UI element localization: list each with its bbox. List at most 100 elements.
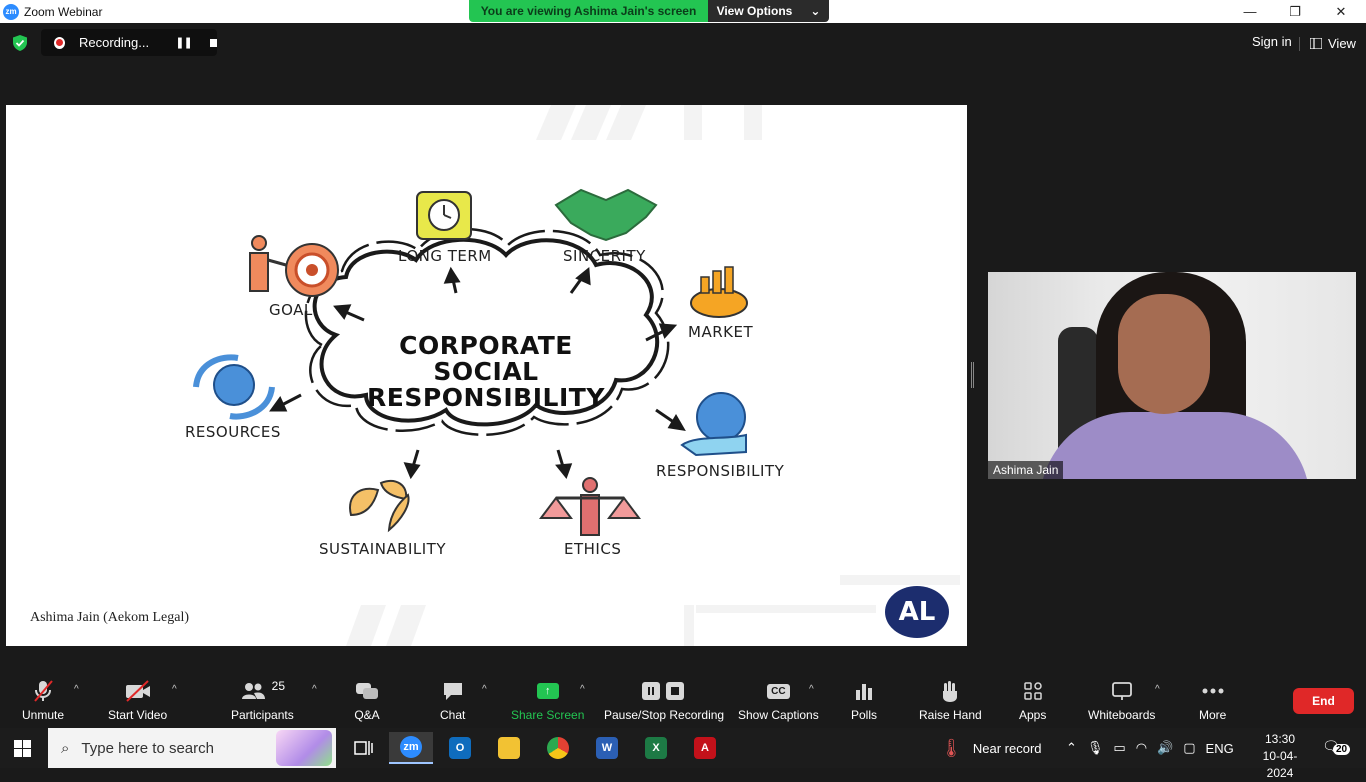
aekom-legal-logo: AL [885, 586, 949, 638]
taskbar-app-word[interactable]: W [585, 732, 629, 764]
sign-in-button[interactable]: Sign in [1244, 32, 1300, 54]
notification-center-button[interactable]: 🗨 20 [1322, 738, 1352, 760]
view-options-button[interactable]: View Options ⌄ [708, 0, 829, 22]
participants-button[interactable]: 25 Participants [231, 678, 294, 722]
sincerity-label: SINCERITY [563, 247, 646, 265]
taskbar-app-chrome[interactable] [536, 732, 580, 764]
presenter-credit: Ashima Jain (Aekom Legal) [30, 610, 190, 625]
show-captions-label: Show Captions [738, 708, 819, 722]
recording-indicator: Recording... ❚❚ [41, 29, 217, 56]
polls-label: Polls [851, 708, 878, 722]
chat-button[interactable]: Chat [440, 678, 465, 722]
meet-now-icon[interactable]: ▢ [1183, 740, 1195, 756]
whiteboards-button[interactable]: Whiteboards [1088, 678, 1155, 722]
unmute-button[interactable]: Unmute [22, 678, 64, 722]
minimize-button[interactable]: — [1227, 0, 1273, 23]
taskbar-app-acrobat[interactable]: A [683, 732, 727, 764]
recording-label: Recording... [78, 35, 150, 50]
pause-stop-recording-label: Pause/Stop Recording [604, 708, 725, 722]
taskbar-clock[interactable]: 13:30 10-04-2024 [1250, 731, 1310, 782]
view-button[interactable]: View [1304, 32, 1362, 54]
task-view-icon[interactable] [342, 732, 386, 764]
participants-count: 25 [271, 679, 286, 693]
search-icon: ⌕ [61, 739, 70, 757]
captions-options-caret[interactable]: ^ [809, 684, 814, 695]
zoom-icon: zm [400, 736, 422, 758]
microphone-icon[interactable]: 🎙 [1087, 740, 1104, 756]
polls-button[interactable]: Polls [851, 678, 877, 722]
goal-label: GOAL [269, 301, 313, 319]
video-options-caret[interactable]: ^ [172, 684, 177, 695]
slide-title-line-3: RESPONSIBILITY [367, 383, 605, 412]
pause-recording-icon[interactable]: ❚❚ [175, 36, 192, 49]
pause-stop-recording-button[interactable]: Pause/Stop Recording [604, 678, 724, 722]
participants-icon: 25 [240, 678, 285, 704]
windows-start-icon[interactable] [14, 740, 31, 757]
apps-icon [1023, 678, 1043, 704]
qa-button[interactable]: Q&A [354, 678, 380, 722]
share-screen-button[interactable]: ↑ Share Screen [511, 678, 584, 722]
taskbar-app-outlook[interactable]: O [438, 732, 482, 764]
whiteboard-icon [1111, 678, 1133, 704]
view-label: View [1328, 35, 1356, 51]
share-options-caret[interactable]: ^ [580, 684, 585, 695]
more-dots-icon [1201, 678, 1225, 704]
security-shield-icon[interactable] [11, 34, 29, 52]
slide-title: CORPORATE SOCIAL RESPONSIBILITY [346, 333, 626, 411]
slide-title-line-2: SOCIAL [433, 357, 539, 386]
taskbar-search-box[interactable]: ⌕ Type here to search [48, 728, 336, 768]
responsibility-label: RESPONSIBILITY [656, 462, 785, 480]
chevron-up-icon[interactable]: ⌃ [1066, 740, 1077, 756]
start-video-button[interactable]: Start Video [108, 678, 167, 722]
language-indicator[interactable]: ENG [1206, 741, 1234, 756]
raise-hand-button[interactable]: Raise Hand [919, 678, 982, 722]
windows-taskbar: ⌕ Type here to search zm O W X A 🌡 Near … [0, 728, 1366, 780]
share-screen-icon: ↑ [536, 683, 559, 699]
apps-button[interactable]: Apps [1019, 678, 1046, 722]
meeting-controls-toolbar: Unmute ^ Start Video ^ 25 Participants ^… [0, 670, 1366, 728]
zoom-app-icon: zm [3, 3, 19, 20]
end-button[interactable]: End [1293, 688, 1354, 714]
show-captions-button[interactable]: CC Show Captions [738, 678, 819, 722]
stop-recording-icon[interactable] [209, 38, 217, 47]
sustainability-label: SUSTAINABILITY [319, 540, 447, 558]
view-grid-icon [1310, 37, 1322, 49]
panel-resize-handle[interactable] [971, 362, 974, 388]
qa-icon [354, 678, 380, 704]
taskbar-app-file-explorer[interactable] [487, 732, 531, 764]
audio-options-caret[interactable]: ^ [74, 684, 79, 695]
more-button[interactable]: More [1199, 678, 1226, 722]
whiteboards-options-caret[interactable]: ^ [1155, 684, 1160, 695]
unmute-label: Unmute [22, 708, 65, 722]
close-button[interactable]: ✕ [1318, 0, 1364, 23]
long-term-label: LONG TERM [398, 247, 492, 265]
participant-video-tile[interactable]: Ashima Jain [988, 272, 1356, 479]
taskbar-app-excel[interactable]: X [634, 732, 678, 764]
participants-options-caret[interactable]: ^ [312, 684, 317, 695]
notification-count: 20 [1333, 744, 1351, 755]
restore-button[interactable]: ❐ [1272, 0, 1318, 23]
participants-label: Participants [231, 708, 294, 722]
thermometer-icon: 🌡 [940, 737, 963, 758]
microphone-muted-icon [32, 678, 54, 704]
polls-icon [854, 678, 874, 704]
meeting-topbar: Recording... ❚❚ Sign in View [0, 23, 1366, 63]
acrobat-icon: A [694, 737, 716, 759]
taskbar-app-zoom[interactable]: zm [389, 732, 433, 764]
pause-stop-recording-icon [641, 678, 687, 704]
battery-icon[interactable]: ▭ [1113, 740, 1125, 756]
chevron-down-icon: ⌄ [810, 4, 821, 18]
outlook-icon: O [449, 737, 471, 759]
volume-icon[interactable]: 🔊 [1157, 740, 1173, 756]
raise-hand-icon [940, 678, 960, 704]
chat-options-caret[interactable]: ^ [482, 684, 487, 695]
wifi-icon[interactable]: ◠ [1136, 740, 1147, 756]
qa-label: Q&A [354, 708, 380, 722]
share-screen-label: Share Screen [511, 708, 585, 722]
chrome-icon [547, 737, 569, 759]
view-options-label: View Options [716, 4, 793, 18]
weather-widget[interactable]: 🌡 Near record [940, 728, 1042, 768]
folder-icon [498, 737, 520, 759]
more-label: More [1199, 708, 1227, 722]
participant-name-tag: Ashima Jain [988, 461, 1064, 479]
